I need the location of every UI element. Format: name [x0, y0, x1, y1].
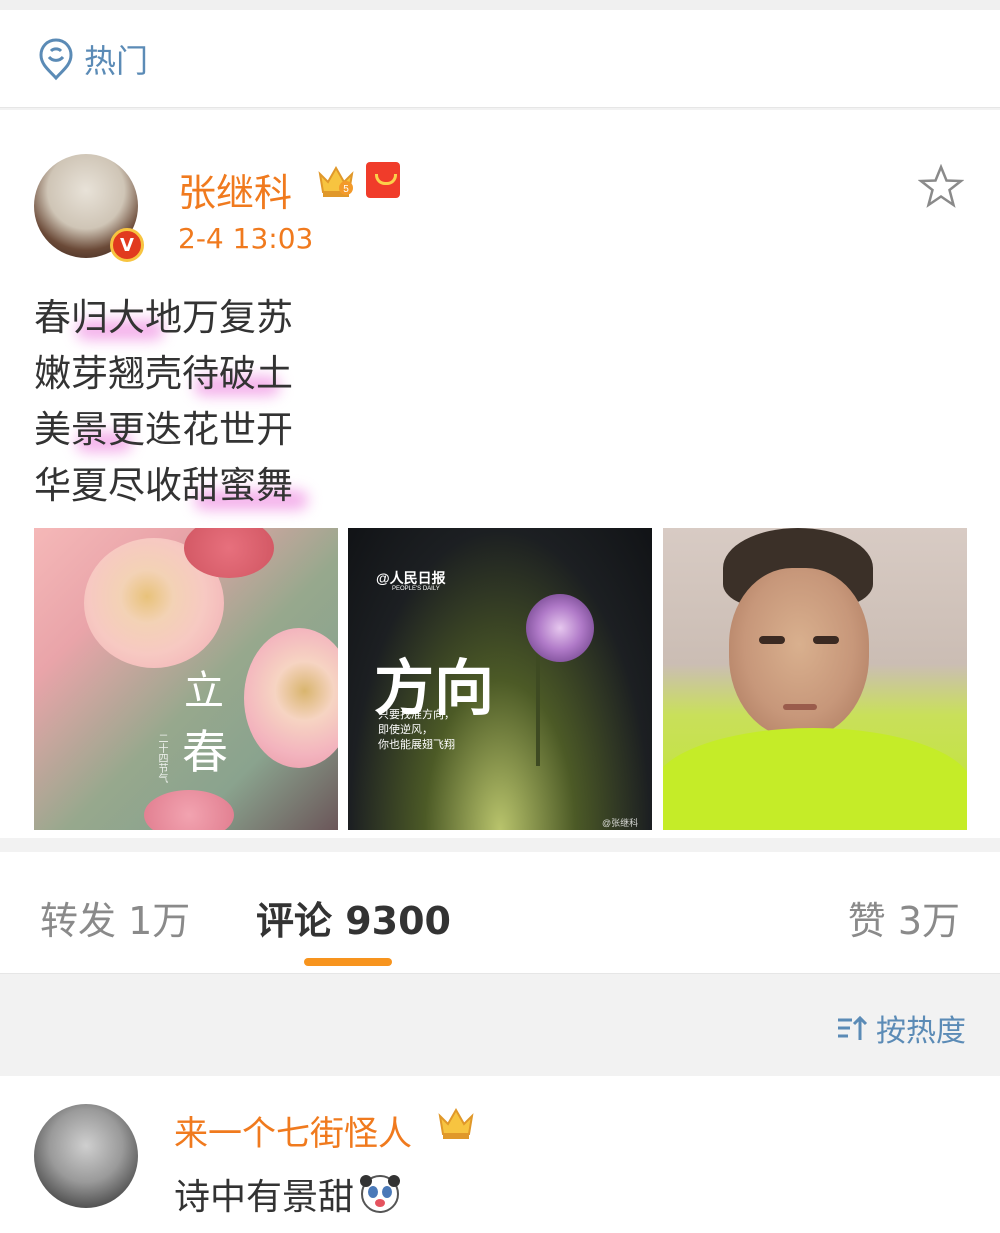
purple-flower: [526, 594, 594, 662]
eye-left: [759, 636, 785, 644]
post-image-direction[interactable]: @人民日报 PEOPLE'S DAILY 方向 只要找准方向， 即使逆风， 你也…: [348, 528, 652, 830]
tab-like[interactable]: 赞 3万: [848, 890, 960, 945]
comment-body: 诗中有景甜: [174, 1177, 355, 1218]
image-brand-sub: PEOPLE'S DAILY: [392, 586, 440, 592]
face: [729, 568, 869, 738]
poem-line: 华夏尽收甜蜜舞: [34, 458, 308, 514]
user-avatar[interactable]: V: [34, 154, 144, 262]
favorite-star-icon[interactable]: [918, 164, 964, 208]
hot-label: 热门: [84, 41, 149, 80]
post-username[interactable]: 张继科: [178, 162, 292, 217]
hot-header[interactable]: 热门: [0, 10, 1000, 108]
image-watermark: @张继科: [602, 818, 639, 828]
tab-repost[interactable]: 转发 1万: [40, 890, 190, 945]
image-brand: @人民日报: [376, 570, 446, 586]
eye-right: [813, 636, 839, 644]
poem-line: 美景更迭花世开: [34, 408, 293, 452]
poem-line: 嫩芽翘壳待破土: [34, 352, 293, 396]
top-strip: [0, 0, 1000, 10]
interaction-tabs: 转发 1万 评论 9300 赞 3万: [0, 852, 1000, 974]
image-caption-chun: 春: [182, 725, 228, 779]
neon-shirt: [663, 728, 967, 830]
image-caption-lines: 只要找准方向， 即使逆风， 你也能展翅飞翔: [378, 709, 455, 751]
sort-label: 按热度: [876, 1014, 966, 1049]
verified-badge: V: [110, 228, 144, 262]
panda-emoji-icon: [360, 1175, 401, 1213]
comment-text: 诗中有景甜: [174, 1168, 402, 1220]
red-packet-icon[interactable]: [366, 162, 400, 198]
weibo-post: V 张继科 5 2-4 13:03 春归大地万复苏 嫩芽翘壳待破土 美景更迭花世…: [0, 110, 1000, 838]
sort-by-hot-button[interactable]: 按热度: [836, 1006, 966, 1050]
poem-line: 春归大地万复苏: [34, 296, 293, 340]
mouth: [783, 704, 817, 710]
post-image-selfie[interactable]: [663, 528, 967, 830]
vip-crown-icon: 5: [318, 165, 354, 197]
sort-bar: 按热度: [0, 974, 1000, 1076]
svg-text:5: 5: [343, 184, 349, 195]
tab-comment[interactable]: 评论 9300: [256, 890, 451, 945]
post-timestamp: 2-4 13:03: [178, 222, 314, 255]
post-image-spring[interactable]: 立 春 二十四节气: [34, 528, 338, 830]
section-gap: [0, 838, 1000, 852]
commenter-username[interactable]: 来一个七街怪人: [174, 1106, 412, 1155]
blossom: [244, 628, 338, 768]
active-tab-indicator: [304, 958, 392, 966]
hot-pin-icon: [39, 37, 73, 80]
vip-crown-icon: [438, 1107, 474, 1139]
image-caption-small: 二十四节气: [156, 733, 167, 783]
image-caption-li: 立: [184, 668, 224, 714]
comment-item: 来一个七街怪人 诗中有景甜: [0, 1076, 1000, 1233]
commenter-avatar[interactable]: [34, 1104, 138, 1208]
flower-stem: [536, 648, 540, 766]
blossom: [144, 790, 234, 830]
sort-icon: [838, 1015, 868, 1040]
post-text: 春归大地万复苏 嫩芽翘壳待破土 美景更迭花世开 华夏尽收甜蜜舞: [34, 290, 308, 514]
